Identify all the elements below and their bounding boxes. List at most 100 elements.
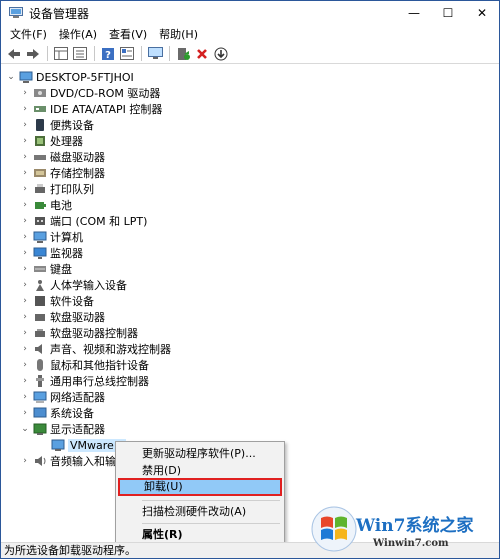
monitor-scan-icon[interactable] [146, 45, 164, 63]
sound-icon [33, 342, 47, 356]
tree-item-label: IDE ATA/ATAPI 控制器 [50, 103, 163, 116]
tree-item-category[interactable]: › 通用串行总线控制器 [19, 373, 149, 389]
tree-item-label: 监视器 [50, 247, 83, 260]
port-icon [33, 214, 47, 228]
chevron-right-icon[interactable]: › [19, 149, 31, 165]
tree-item-category[interactable]: › 软盘驱动器控制器 [19, 325, 138, 341]
tree-item-category[interactable]: › DVD/CD-ROM 驱动器 [19, 85, 160, 101]
print-queue-icon [33, 182, 47, 196]
device-manager-app-icon [9, 7, 23, 19]
tree-item-label: 系统设备 [50, 407, 94, 420]
menu-view[interactable]: 查看(V) [103, 25, 153, 44]
tree-item-vmware-adapter[interactable]: VMware S [35, 437, 127, 453]
tree-item-category[interactable]: › 软盘驱动器 [19, 309, 105, 325]
chevron-right-icon[interactable]: › [19, 277, 31, 293]
chevron-right-icon[interactable]: › [19, 261, 31, 277]
tree-item-label: 计算机 [50, 231, 83, 244]
chevron-right-icon[interactable]: › [19, 197, 31, 213]
chevron-right-icon[interactable]: › [19, 357, 31, 373]
tree-item-category[interactable]: › IDE ATA/ATAPI 控制器 [19, 101, 162, 117]
tree-item-label: 鼠标和其他指针设备 [50, 359, 149, 372]
help-icon[interactable]: ? [99, 45, 117, 63]
tree-root[interactable]: ⌄ DESKTOP-5FTJHOI [5, 69, 134, 85]
chevron-right-icon[interactable]: › [19, 165, 31, 181]
tree-item-label: 电池 [50, 199, 72, 212]
close-button[interactable]: ✕ [465, 1, 499, 25]
chevron-right-icon[interactable]: › [19, 293, 31, 309]
chevron-right-icon[interactable]: › [19, 85, 31, 101]
tree-item-category[interactable]: › 网络适配器 [19, 389, 105, 405]
display-adapter-icon [51, 438, 65, 452]
chevron-down-icon[interactable]: ⌄ [5, 69, 17, 85]
tree-item-label: 通用串行总线控制器 [50, 375, 149, 388]
menu-help[interactable]: 帮助(H) [153, 25, 204, 44]
storage-controller-icon [33, 166, 47, 180]
tree-item-label: 处理器 [50, 135, 83, 148]
chevron-right-icon[interactable]: › [19, 117, 31, 133]
tree-item-category[interactable]: › 软件设备 [19, 293, 94, 309]
chevron-down-icon[interactable]: ⌄ [19, 421, 31, 437]
computer-icon [19, 70, 33, 84]
details-icon[interactable] [118, 45, 136, 63]
tree-item-category[interactable]: › 磁盘驱动器 [19, 149, 105, 165]
minimize-button[interactable]: — [397, 1, 431, 25]
enable-device-icon[interactable] [174, 45, 192, 63]
chevron-right-icon[interactable]: › [19, 181, 31, 197]
ctx-uninstall[interactable]: 卸载(U) [118, 478, 282, 496]
back-icon[interactable] [5, 45, 23, 63]
tree-item-category[interactable]: › 端口 (COM 和 LPT) [19, 213, 147, 229]
keyboard-icon [33, 262, 47, 276]
software-device-icon [33, 294, 47, 308]
tree-item-category[interactable]: › 人体学输入设备 [19, 277, 127, 293]
ctx-scan-hardware[interactable]: 扫描检测硬件改动(A) [118, 503, 282, 521]
chevron-right-icon[interactable]: › [19, 213, 31, 229]
chevron-right-icon[interactable]: › [19, 309, 31, 325]
tree-item-category[interactable]: › 打印队列 [19, 181, 94, 197]
chevron-right-icon[interactable]: › [19, 405, 31, 421]
hid-icon [33, 278, 47, 292]
tree-item-label: DVD/CD-ROM 驱动器 [50, 87, 161, 100]
chevron-right-icon[interactable]: › [19, 245, 31, 261]
ctx-update-driver[interactable]: 更新驱动程序软件(P)... [118, 445, 282, 463]
network-adapter-icon [33, 390, 47, 404]
dvd-drive-icon [33, 86, 47, 100]
tree-item-category[interactable]: › 计算机 [19, 229, 83, 245]
tree-item-category[interactable]: › 鼠标和其他指针设备 [19, 357, 149, 373]
context-menu: 更新驱动程序软件(P)... 禁用(D) 卸载(U) 扫描检测硬件改动(A) 属… [115, 441, 285, 546]
list-icon[interactable] [71, 45, 89, 63]
chevron-right-icon[interactable]: › [19, 453, 31, 469]
tree-item-audio-io[interactable]: › 音频输入和输出 [19, 453, 127, 469]
chevron-right-icon[interactable]: › [19, 133, 31, 149]
maximize-button[interactable]: ☐ [431, 1, 465, 25]
menu-action[interactable]: 操作(A) [53, 25, 103, 44]
tree-item-label: 软件设备 [50, 295, 94, 308]
processor-icon [33, 134, 47, 148]
usb-icon [33, 374, 47, 388]
menu-file[interactable]: 文件(F) [4, 25, 53, 44]
watermark-brand: Win7系统之家 [356, 516, 474, 536]
tree-item-category[interactable]: › 处理器 [19, 133, 83, 149]
tree-item-label: 键盘 [50, 263, 72, 276]
tree-item-category[interactable]: › 存储控制器 [19, 165, 105, 181]
tree-item-category[interactable]: ⌄ 显示适配器 [19, 421, 105, 437]
tree-item-category[interactable]: › 系统设备 [19, 405, 94, 421]
chevron-right-icon[interactable]: › [19, 373, 31, 389]
chevron-right-icon[interactable]: › [19, 325, 31, 341]
update-driver-icon[interactable] [212, 45, 230, 63]
uninstall-x-icon[interactable] [193, 45, 211, 63]
tree-item-category[interactable]: › 键盘 [19, 261, 72, 277]
tree-item-label: 便携设备 [50, 119, 94, 132]
chevron-right-icon[interactable]: › [19, 341, 31, 357]
tree-item-category[interactable]: › 便携设备 [19, 117, 94, 133]
chevron-right-icon[interactable]: › [19, 101, 31, 117]
tree-item-category[interactable]: › 电池 [19, 197, 72, 213]
chevron-right-icon[interactable]: › [19, 229, 31, 245]
properties-grid-icon[interactable] [52, 45, 70, 63]
tree-item-label: 人体学输入设备 [50, 279, 127, 292]
tree-item-category[interactable]: › 监视器 [19, 245, 83, 261]
tree-item-label: 声音、视频和游戏控制器 [50, 343, 171, 356]
tree-item-category[interactable]: › 声音、视频和游戏控制器 [19, 341, 171, 357]
forward-icon[interactable] [24, 45, 42, 63]
chevron-right-icon[interactable]: › [19, 389, 31, 405]
tree-item-label: 磁盘驱动器 [50, 151, 105, 164]
